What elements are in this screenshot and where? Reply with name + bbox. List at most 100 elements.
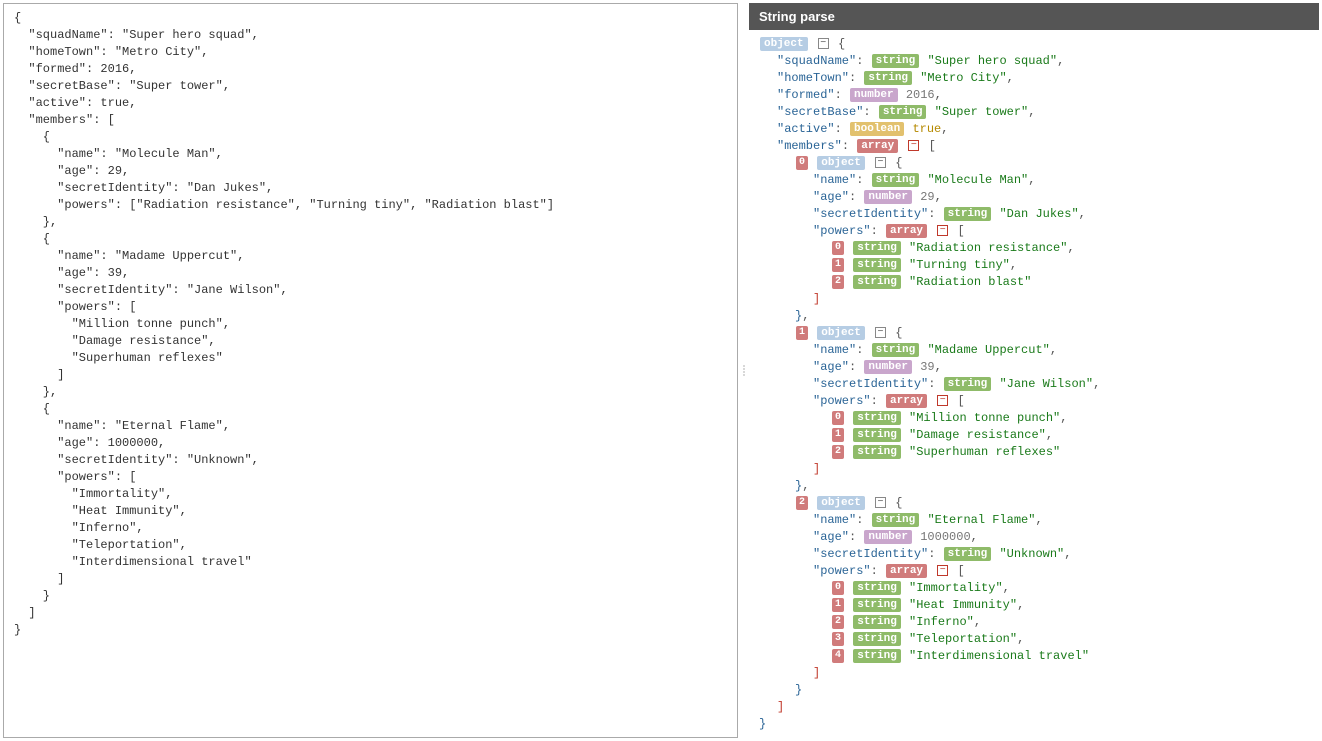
type-badge-string: string <box>872 513 920 527</box>
json-value-string: "Immortality" <box>909 581 1003 595</box>
collapse-toggle[interactable]: − <box>937 565 948 576</box>
collapse-toggle[interactable]: − <box>875 157 886 168</box>
json-key: "secretIdentity" <box>813 207 928 221</box>
json-value-string: "Heat Immunity" <box>909 598 1017 612</box>
json-key: "secretIdentity" <box>813 377 928 391</box>
json-value-string: "Interdimensional travel" <box>909 649 1089 663</box>
array-index-badge: 2 <box>832 275 844 289</box>
json-value-string: "Super hero squad" <box>927 54 1057 68</box>
json-value-boolean: true <box>912 122 941 136</box>
json-value-string: "Damage resistance" <box>909 428 1046 442</box>
type-badge-string: string <box>879 105 927 119</box>
json-tree-viewer[interactable]: object − {"squadName": string "Super her… <box>749 30 1319 738</box>
json-key: "formed" <box>777 88 835 102</box>
type-badge-array: array <box>886 224 927 238</box>
json-key: "secretIdentity" <box>813 547 928 561</box>
type-badge-string: string <box>853 581 901 595</box>
json-value-string: "Superhuman reflexes" <box>909 445 1060 459</box>
collapse-toggle[interactable]: − <box>937 395 948 406</box>
json-value-string: "Eternal Flame" <box>927 513 1035 527</box>
type-badge-object: object <box>760 37 808 51</box>
type-badge-array: array <box>857 139 898 153</box>
json-key: "active" <box>777 122 835 136</box>
array-index-badge: 0 <box>832 411 844 425</box>
type-badge-string: string <box>853 241 901 255</box>
json-value-number: 1000000 <box>920 530 970 544</box>
collapse-toggle[interactable]: − <box>875 327 886 338</box>
array-index-badge: 2 <box>832 615 844 629</box>
type-badge-string: string <box>864 71 912 85</box>
json-key: "powers" <box>813 394 871 408</box>
json-key: "homeTown" <box>777 71 849 85</box>
array-index-badge: 3 <box>832 632 844 646</box>
json-key: "age" <box>813 530 849 544</box>
type-badge-string: string <box>944 547 992 561</box>
json-value-string: "Teleportation" <box>909 632 1017 646</box>
json-value-string: "Molecule Man" <box>927 173 1028 187</box>
type-badge-array: array <box>886 564 927 578</box>
array-index-badge: 2 <box>832 445 844 459</box>
type-badge-string: string <box>853 275 901 289</box>
json-key: "powers" <box>813 564 871 578</box>
json-source-editor[interactable]: { "squadName": "Super hero squad", "home… <box>3 3 738 738</box>
type-badge-object: object <box>817 156 865 170</box>
type-badge-string: string <box>853 411 901 425</box>
type-badge-string: string <box>944 377 992 391</box>
json-value-number: 29 <box>920 190 934 204</box>
type-badge-string: string <box>944 207 992 221</box>
json-key: "name" <box>813 513 856 527</box>
array-index-badge: 0 <box>796 156 808 170</box>
json-value-string: "Turning tiny" <box>909 258 1010 272</box>
array-index-badge: 1 <box>832 428 844 442</box>
json-value-string: "Inferno" <box>909 615 974 629</box>
collapse-toggle[interactable]: − <box>908 140 919 151</box>
pane-splitter[interactable] <box>741 0 746 741</box>
json-value-string: "Madame Uppercut" <box>927 343 1049 357</box>
type-badge-object: object <box>817 496 865 510</box>
json-key: "age" <box>813 190 849 204</box>
json-value-string: "Radiation blast" <box>909 275 1031 289</box>
panel-title: String parse <box>749 3 1319 30</box>
array-index-badge: 1 <box>832 258 844 272</box>
array-index-badge: 4 <box>832 649 844 663</box>
json-key: "secretBase" <box>777 105 863 119</box>
type-badge-string: string <box>853 649 901 663</box>
json-key: "name" <box>813 173 856 187</box>
json-value-string: "Metro City" <box>920 71 1006 85</box>
type-badge-string: string <box>853 632 901 646</box>
array-index-badge: 0 <box>832 581 844 595</box>
json-key: "members" <box>777 139 842 153</box>
json-value-string: "Unknown" <box>999 547 1064 561</box>
json-key: "powers" <box>813 224 871 238</box>
json-value-number: 39 <box>920 360 934 374</box>
json-key: "squadName" <box>777 54 856 68</box>
type-badge-array: array <box>886 394 927 408</box>
collapse-toggle[interactable]: − <box>818 38 829 49</box>
type-badge-string: string <box>853 445 901 459</box>
collapse-toggle[interactable]: − <box>875 497 886 508</box>
array-index-badge: 1 <box>832 598 844 612</box>
type-badge-number: number <box>850 88 898 102</box>
json-value-string: "Dan Jukes" <box>999 207 1078 221</box>
array-index-badge: 1 <box>796 326 808 340</box>
type-badge-string: string <box>872 343 920 357</box>
type-badge-string: string <box>872 54 920 68</box>
json-value-string: "Super tower" <box>935 105 1029 119</box>
array-index-badge: 2 <box>796 496 808 510</box>
type-badge-string: string <box>853 258 901 272</box>
type-badge-string: string <box>872 173 920 187</box>
json-value-string: "Million tonne punch" <box>909 411 1060 425</box>
array-index-badge: 0 <box>832 241 844 255</box>
type-badge-number: number <box>864 360 912 374</box>
type-badge-object: object <box>817 326 865 340</box>
parse-result-panel: String parse object − {"squadName": stri… <box>749 3 1319 738</box>
collapse-toggle[interactable]: − <box>937 225 948 236</box>
json-value-number: 2016 <box>906 88 935 102</box>
json-value-string: "Radiation resistance" <box>909 241 1067 255</box>
json-key: "age" <box>813 360 849 374</box>
type-badge-number: number <box>864 190 912 204</box>
type-badge-string: string <box>853 615 901 629</box>
type-badge-number: number <box>864 530 912 544</box>
type-badge-boolean: boolean <box>850 122 904 136</box>
type-badge-string: string <box>853 428 901 442</box>
